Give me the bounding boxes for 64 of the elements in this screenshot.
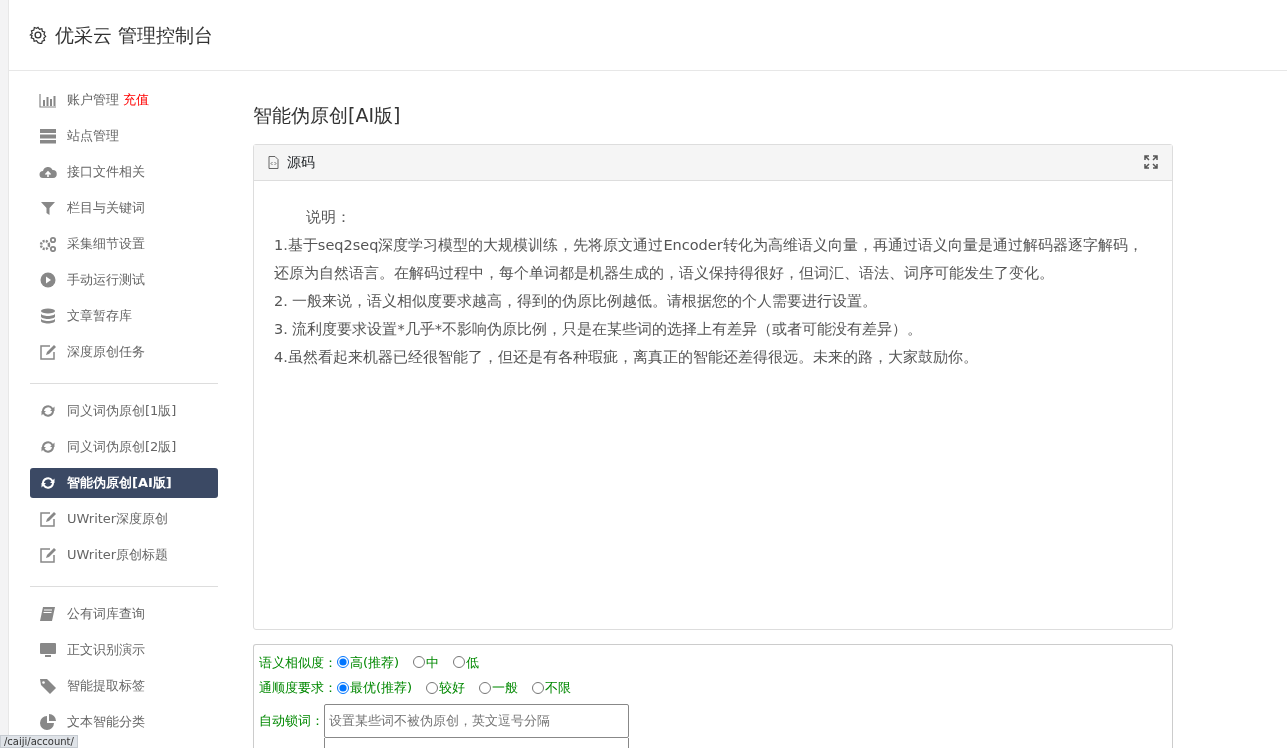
refresh-icon [39,403,57,419]
refresh-icon [39,439,57,455]
option-label[interactable]: 较好 [439,678,466,698]
option-label[interactable]: 高(推荐) [350,652,400,672]
sidebar-item[interactable]: 手动运行测试 [30,265,218,295]
pie-chart-icon [39,714,57,730]
bar-chart-icon [39,92,57,108]
refresh-icon [39,475,57,491]
sidebar-item[interactable]: 接口文件相关 [30,157,218,187]
option-label[interactable]: 最优(推荐) [350,678,413,698]
sidebar-item[interactable]: 智能伪原创[AI版] [30,468,218,498]
edit-icon [39,511,57,527]
paragraph: 说明： [305,207,352,227]
status-url: /caiji/account/ [0,735,78,748]
paragraph: 4.虽然看起来机器已经很智能了，但还是有各种瑕疵，离真正的智能还差得很远。未来的路，大家鼓励你。 [274,347,979,367]
sidebar-item[interactable]: 同义词伪原创[1版] [30,396,218,426]
sidebar-item[interactable]: 栏目与关键词 [30,193,218,223]
paragraph: 2. 一般来说，语义相似度要求越高，得到的伪原比例越低。请根据您的个人需要进行设置。 [274,291,879,311]
sidebar-item[interactable]: 账户管理 充值 [30,85,218,115]
code-file-icon [268,155,279,169]
source-button[interactable]: 源码 [268,151,315,173]
filter-icon [39,200,57,216]
sidebar-item[interactable]: 智能提取标签 [30,671,218,701]
sidebar-item[interactable]: UWriter原创标题 [30,540,218,570]
sidebar-item[interactable]: 文本智能分类 [30,707,218,737]
option-label[interactable]: 中 [426,652,440,672]
sidebar-item[interactable]: 采集细节设置 [30,229,218,259]
server-icon [39,128,57,144]
option-label[interactable]: 不限 [545,678,572,698]
gear-icon [29,26,47,44]
field-label: 语义相似度： [259,653,337,672]
radio-button[interactable] [532,681,545,694]
radio-button[interactable] [479,681,492,694]
paragraph: 3. 流利度要求设置*几乎*不影响伪原比例，只是在某些词的选择上有差异（或者可能没有差异）。 [274,319,923,339]
cloud-upload-icon [39,164,57,180]
radio-button[interactable] [337,656,349,669]
play-circle-icon [39,272,57,288]
sidebar-item[interactable]: 文章暂存库 [30,301,218,331]
edit-icon [39,344,57,360]
sidebar-item[interactable]: UWriter深度原创 [30,504,218,534]
radio-button[interactable] [453,656,466,669]
radio-button[interactable] [337,681,349,694]
book-icon [39,606,57,622]
field-label: 自动锁词： [259,711,324,730]
option-label[interactable]: 低 [466,652,480,672]
radio-button[interactable] [426,681,439,694]
app-title: 优采云 管理控制台 [55,23,214,47]
radio-button[interactable] [413,656,426,669]
tag-icon [39,678,57,694]
database-icon [39,308,57,324]
sidebar-item[interactable]: 正文识别演示 [30,635,218,665]
sidebar-item[interactable]: 深度原创任务 [30,337,218,367]
fullscreen-icon[interactable] [1144,155,1158,169]
page-title: 智能伪原创[AI版] [253,103,402,128]
option-label[interactable]: 一般 [492,678,519,698]
sidebar-item[interactable]: 公有词库查询 [30,599,218,629]
monitor-icon [39,642,57,658]
field-label: 通顺度要求： [259,679,337,697]
sidebar-item[interactable]: 同义词伪原创[2版] [30,432,218,462]
edit-icon [39,547,57,563]
sidebar-item[interactable]: 站点管理 [30,121,218,151]
input-field[interactable]: 设置某些词不被伪原创，英文逗号分隔 [324,703,629,738]
recharge-link[interactable]: 充值 [123,90,149,110]
paragraph: 1.基于seq2seq深度学习模型的大规模训练，先将原文通过Encoder转化为高维语义向量，再通过语义向量是通过解码器逐字解码，还原为自然语言。在解码过程中，每个单词都是机器生成的，语义保持得很好，但词汇、语法、词序可能发生了变化。 [274,235,1144,283]
